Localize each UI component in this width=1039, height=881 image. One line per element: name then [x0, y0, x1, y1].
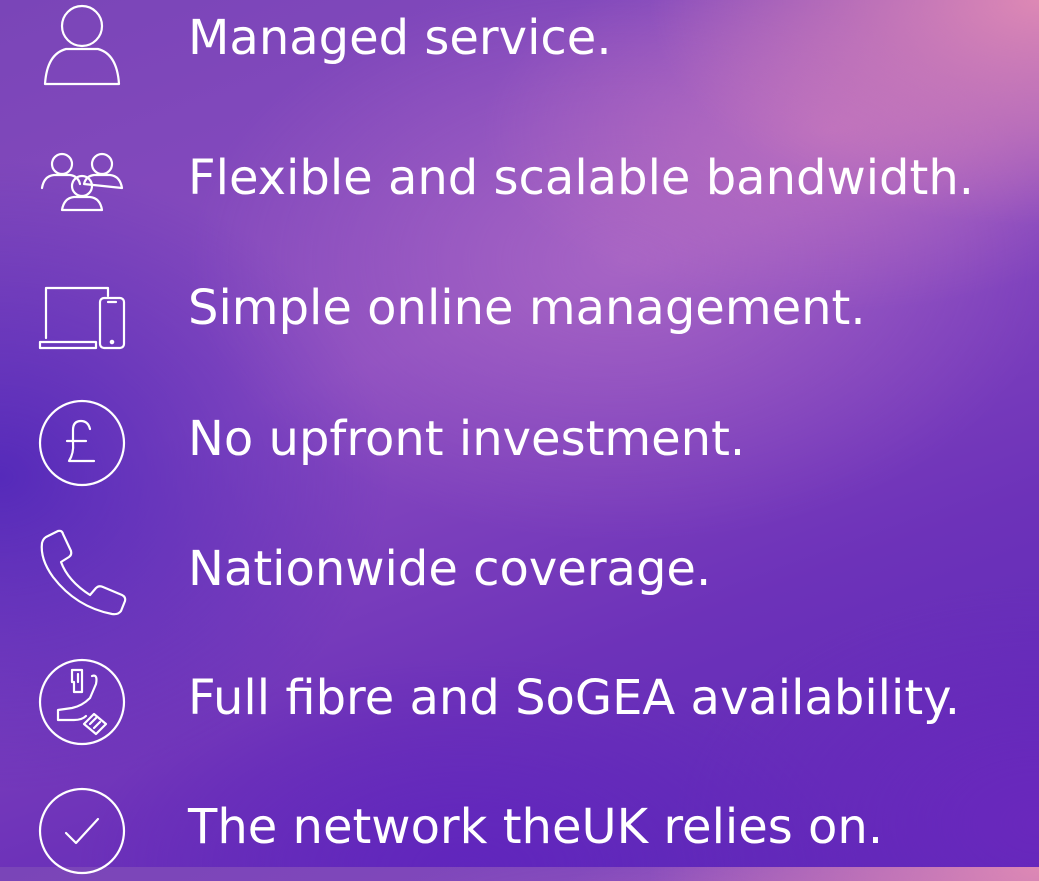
feature-row-coverage: Nationwide coverage.: [0, 523, 1039, 623]
feature-row-full-fibre: Full fibre and SoGEA availability.: [0, 652, 1039, 752]
pound-coin-icon: [36, 399, 128, 487]
phone-handset-icon: [36, 529, 128, 617]
feature-text: No upfront investment.: [188, 411, 746, 468]
laptop-phone-icon: [36, 268, 128, 356]
feature-list: Managed service. Flexible and scalable b…: [0, 0, 1039, 867]
feature-text: Flexible and scalable bandwidth.: [188, 150, 975, 207]
feature-row-online-management: Simple online management.: [0, 262, 1039, 362]
feature-text: Simple online management.: [188, 280, 866, 337]
person-icon: [36, 0, 128, 86]
feature-row-network: The network theUK relies on.: [0, 781, 1039, 881]
feature-row-no-upfront: No upfront investment.: [0, 393, 1039, 493]
feature-row-managed-service: Managed service.: [0, 0, 1039, 92]
check-circle-icon: [36, 787, 128, 875]
feature-text: The network theUK relies on.: [188, 799, 884, 856]
feature-text: Nationwide coverage.: [188, 541, 712, 598]
fibre-socket-icon: [36, 658, 128, 746]
feature-row-bandwidth: Flexible and scalable bandwidth.: [0, 132, 1039, 232]
feature-text: Full fibre and SoGEA availability.: [188, 670, 960, 727]
people-group-icon: [36, 138, 128, 226]
feature-text: Managed service.: [188, 10, 612, 67]
